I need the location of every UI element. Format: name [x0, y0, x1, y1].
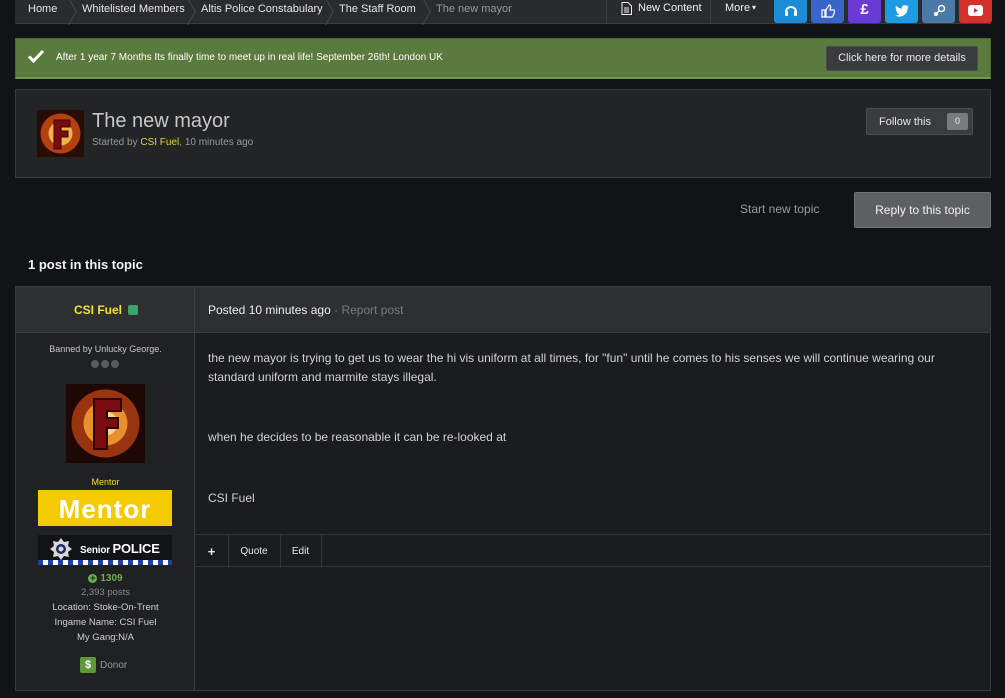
more-label: More [725, 2, 751, 14]
battenburg-stripe [38, 560, 172, 565]
topic-header: The new mayor Started by CSI Fuel, 10 mi… [15, 89, 991, 178]
steam-icon [933, 4, 945, 16]
steam-button[interactable] [922, 0, 955, 23]
post-paragraph: when he decides to be reasonable it can … [208, 430, 507, 444]
post-content: the new mayor is trying to get us to wea… [195, 333, 990, 690]
police-badge-prefix: Senior [80, 545, 113, 556]
author-gang: My Gang:N/A [76, 632, 135, 643]
senior-police-badge: Senior POLICE [38, 535, 172, 565]
rank-pip [111, 360, 119, 368]
breadcrumb-home[interactable]: Home [28, 0, 57, 25]
checkmark-icon [27, 49, 45, 64]
document-icon [621, 2, 632, 15]
rank-title: Mentor [91, 477, 120, 487]
topic-title: The new mayor [92, 110, 230, 132]
post-paragraph: CSI Fuel [208, 491, 255, 505]
follow-button[interactable]: Follow this 0 [866, 108, 973, 135]
breadcrumb-altis-police[interactable]: Altis Police Constabulary [201, 0, 323, 25]
teamspeak-button[interactable] [774, 0, 807, 23]
donor-label: Donor [100, 660, 128, 671]
more-details-button[interactable]: Click here for more details [826, 46, 978, 71]
plus-circle-icon: + [88, 573, 98, 583]
post: CSI Fuel Posted 10 minutes ago · Report … [15, 286, 991, 691]
author-location: Location: Stoke-On-Trent [52, 602, 159, 613]
twitter-bird-icon [894, 5, 909, 17]
youtube-icon [968, 5, 983, 16]
new-content-label: New Content [638, 2, 702, 14]
follow-count-badge: 0 [947, 113, 968, 130]
started-time: , 10 minutes ago [179, 137, 254, 148]
rank-pip [101, 360, 109, 368]
post-author-header: CSI Fuel [16, 287, 195, 333]
multiquote-add-button[interactable]: + [195, 535, 229, 568]
rank-pip [91, 360, 99, 368]
twitter-button[interactable] [885, 0, 918, 23]
police-badge-word: POLICE [112, 541, 160, 556]
post-meta: Posted 10 minutes ago · Report post [208, 303, 403, 317]
reputation-value: 1309 [100, 573, 123, 584]
quote-button[interactable]: Quote [228, 535, 281, 568]
youtube-button[interactable] [959, 0, 992, 23]
caret-down-icon: ▾ [752, 3, 757, 12]
breadcrumb-separator [58, 0, 68, 24]
facebook-like-button[interactable] [811, 0, 844, 23]
post-author-name[interactable]: CSI Fuel [74, 303, 122, 317]
author-avatar-small[interactable] [37, 110, 84, 157]
post-meta-header: Posted 10 minutes ago · Report post [195, 287, 990, 333]
author-sidebar: Banned by Unlucky George. Mentor Mentor … [16, 333, 195, 690]
online-status-indicator [128, 305, 138, 315]
breadcrumb-whitelisted-members[interactable]: Whitelisted Members [82, 0, 185, 25]
dollar-icon: $ [80, 657, 96, 673]
announcement-text: After 1 year 7 Months Its finally time t… [56, 52, 443, 63]
follow-label: Follow this [879, 116, 931, 128]
breadcrumb-staff-room[interactable]: The Staff Room [339, 0, 416, 25]
post-count-heading: 1 post in this topic [28, 257, 143, 272]
donate-button[interactable]: £ [848, 0, 881, 23]
top-navigation-bar: Home Whitelisted Members Altis Police Co… [15, 0, 992, 25]
breadcrumb-separator [412, 0, 422, 24]
breadcrumb-separator [177, 0, 187, 24]
reputation: +1309 [16, 573, 195, 584]
author-ingame-name: Ingame Name: CSI Fuel [54, 617, 157, 628]
banned-by-note: Banned by Unlucky George. [49, 344, 162, 354]
author-link[interactable]: CSI Fuel [140, 137, 179, 148]
pound-icon: £ [860, 1, 869, 18]
police-crest-icon [50, 538, 72, 560]
started-by-prefix: Started by [92, 137, 141, 148]
post-paragraph: the new mayor is trying to get us to wea… [208, 351, 935, 384]
edit-button[interactable]: Edit [280, 535, 322, 568]
more-menu[interactable]: More ▾ [710, 0, 783, 24]
post-controls: + Quote Edit [195, 534, 990, 568]
breadcrumb-separator [315, 0, 325, 24]
author-post-count: 2,393 posts [80, 587, 131, 598]
started-by-line: Started by CSI Fuel, 10 minutes ago [92, 137, 253, 148]
start-new-topic-link[interactable]: Start new topic [740, 202, 819, 216]
new-content-link[interactable]: New Content [606, 0, 725, 24]
author-avatar-large[interactable] [66, 384, 145, 463]
mentor-rank-banner: Mentor [38, 490, 172, 526]
breadcrumb-current-topic: The new mayor [436, 3, 512, 15]
report-post-link[interactable]: Report post [341, 303, 403, 317]
police-badge-text: Senior POLICE [80, 541, 160, 556]
headset-icon [784, 6, 797, 16]
posted-time: Posted 10 minutes ago [208, 303, 331, 317]
thumbs-up-icon [820, 4, 835, 18]
meta-separator: · [334, 303, 339, 317]
reply-button[interactable]: Reply to this topic [854, 192, 991, 228]
announcement-banner: After 1 year 7 Months Its finally time t… [15, 38, 991, 79]
